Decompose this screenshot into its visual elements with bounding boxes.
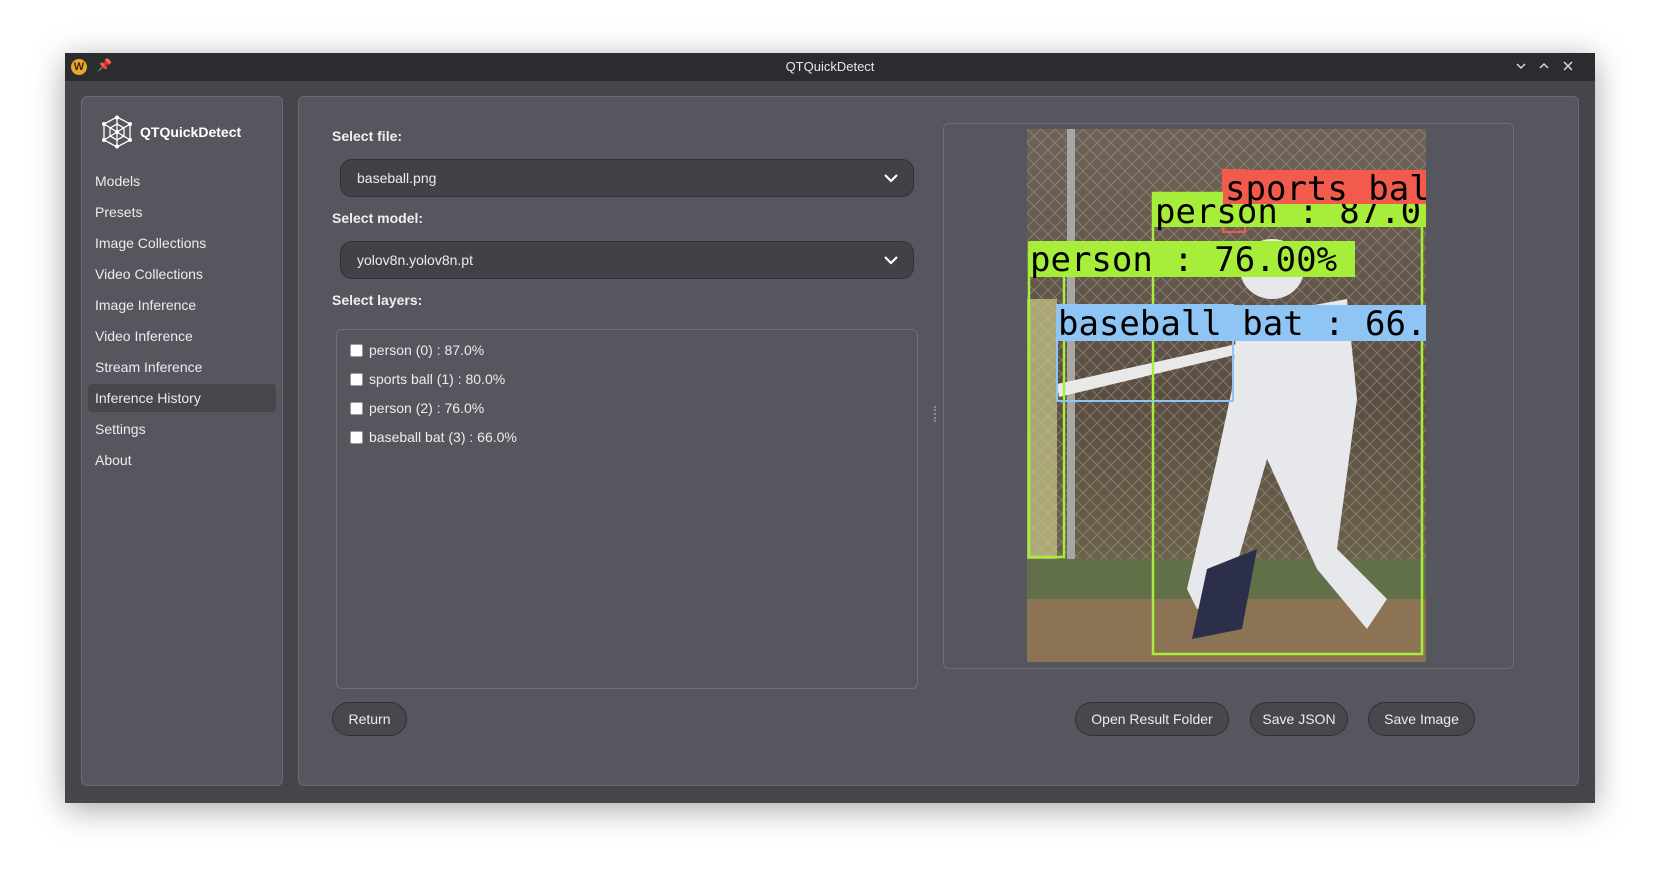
layers-list: person (0) : 87.0% sports ball (1) : 80.… bbox=[336, 329, 918, 689]
close-icon[interactable] bbox=[1559, 57, 1577, 75]
detection-label: baseball bat : 66.0 bbox=[1058, 304, 1426, 344]
splitter-handle[interactable] bbox=[934, 406, 938, 422]
save-json-button[interactable]: Save JSON bbox=[1250, 702, 1348, 736]
open-result-folder-button[interactable]: Open Result Folder bbox=[1075, 702, 1229, 736]
layer-checkbox[interactable] bbox=[350, 343, 363, 357]
list-item[interactable]: person (2) : 76.0% bbox=[350, 400, 484, 416]
sidebar-item-image-inference[interactable]: Image Inference bbox=[88, 291, 276, 319]
sidebar-item-image-collections[interactable]: Image Collections bbox=[88, 229, 276, 257]
file-select[interactable]: baseball.png bbox=[340, 159, 914, 197]
sidebar-item-inference-history[interactable]: Inference History bbox=[88, 384, 276, 412]
result-image: person : 87.0 sports bal person : 76.00%… bbox=[1027, 129, 1426, 662]
layer-label: baseball bat (3) : 66.0% bbox=[369, 429, 517, 445]
return-button[interactable]: Return bbox=[332, 702, 407, 736]
detection-label: sports bal bbox=[1225, 169, 1426, 209]
minimize-icon[interactable] bbox=[1512, 57, 1530, 75]
main-panel: Select file: baseball.png Select model: … bbox=[298, 96, 1579, 786]
network-logo-icon bbox=[102, 115, 132, 149]
app-window: W 📌 QTQuickDetect QTQuickDetect Models P… bbox=[65, 53, 1595, 803]
list-item[interactable]: sports ball (1) : 80.0% bbox=[350, 371, 505, 387]
brand-name: QTQuickDetect bbox=[140, 124, 242, 140]
layer-label: person (0) : 87.0% bbox=[369, 342, 485, 358]
model-select-value: yolov8n.yolov8n.pt bbox=[357, 252, 473, 268]
layer-checkbox[interactable] bbox=[350, 430, 363, 444]
layer-label: person (2) : 76.0% bbox=[369, 400, 485, 416]
window-title: QTQuickDetect bbox=[785, 59, 875, 74]
title-bar: W 📌 QTQuickDetect bbox=[65, 53, 1595, 81]
sidebar-item-stream-inference[interactable]: Stream Inference bbox=[88, 353, 276, 381]
sidebar-item-video-inference[interactable]: Video Inference bbox=[88, 322, 276, 350]
maximize-icon[interactable] bbox=[1535, 57, 1553, 75]
sidebar-item-settings[interactable]: Settings bbox=[88, 415, 276, 443]
list-item[interactable]: baseball bat (3) : 66.0% bbox=[350, 429, 517, 445]
list-item[interactable]: person (0) : 87.0% bbox=[350, 342, 484, 358]
image-preview: person : 87.0 sports bal person : 76.00%… bbox=[943, 123, 1514, 669]
sidebar: QTQuickDetect Models Presets Image Colle… bbox=[81, 96, 283, 786]
chevron-down-icon bbox=[884, 174, 898, 183]
layer-label: sports ball (1) : 80.0% bbox=[369, 371, 506, 387]
chevron-down-icon bbox=[884, 256, 898, 265]
layer-checkbox[interactable] bbox=[350, 401, 363, 415]
detection-label: person : 76.00% bbox=[1030, 240, 1337, 280]
sidebar-nav: Models Presets Image Collections Video C… bbox=[88, 167, 276, 477]
save-image-button[interactable]: Save Image bbox=[1368, 702, 1475, 736]
brand: QTQuickDetect bbox=[100, 115, 241, 149]
sidebar-item-models[interactable]: Models bbox=[88, 167, 276, 195]
model-select[interactable]: yolov8n.yolov8n.pt bbox=[340, 241, 914, 279]
layer-checkbox[interactable] bbox=[350, 372, 363, 386]
select-model-label: Select model: bbox=[332, 210, 424, 226]
select-layers-label: Select layers: bbox=[332, 292, 423, 308]
select-file-label: Select file: bbox=[332, 128, 403, 144]
sidebar-item-video-collections[interactable]: Video Collections bbox=[88, 260, 276, 288]
sidebar-item-presets[interactable]: Presets bbox=[88, 198, 276, 226]
file-select-value: baseball.png bbox=[357, 170, 437, 186]
sidebar-item-about[interactable]: About bbox=[88, 446, 276, 474]
